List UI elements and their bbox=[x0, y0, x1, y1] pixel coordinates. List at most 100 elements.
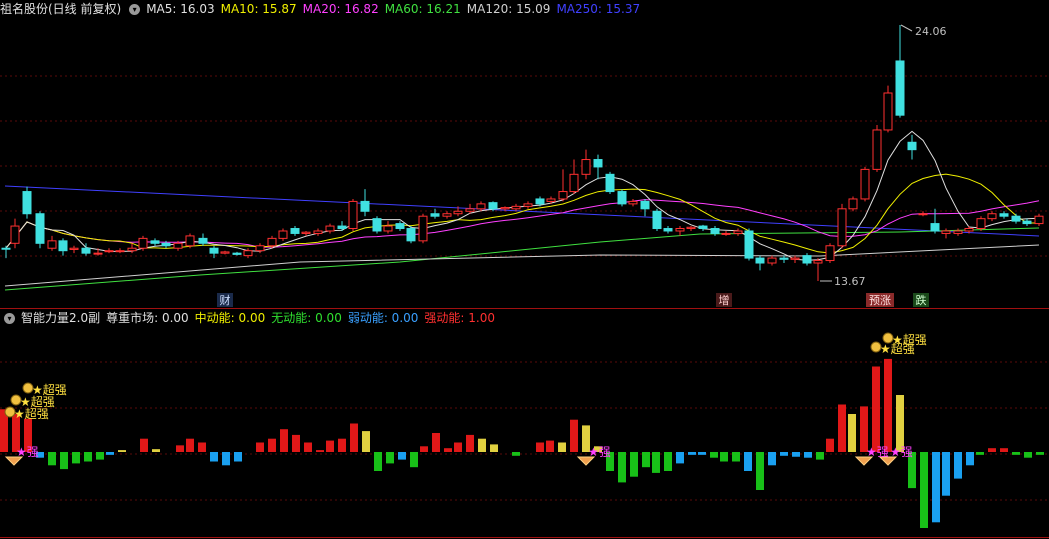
candle-body bbox=[360, 200, 370, 212]
histogram-bar bbox=[374, 452, 382, 471]
candle-body bbox=[744, 230, 754, 259]
histogram-bar bbox=[642, 452, 650, 468]
histogram-bar bbox=[630, 452, 638, 477]
event-marker: 财 bbox=[220, 293, 231, 307]
candle-body bbox=[930, 223, 940, 232]
histogram-bar bbox=[698, 452, 706, 455]
histogram-bar bbox=[118, 450, 126, 452]
candle-body bbox=[348, 200, 358, 230]
candle-body bbox=[313, 230, 323, 234]
event-marker: 跌 bbox=[916, 293, 927, 307]
candle-body bbox=[755, 257, 765, 264]
histogram-bar bbox=[362, 431, 370, 452]
candle-body bbox=[127, 247, 137, 252]
candle-body bbox=[500, 207, 510, 210]
histogram-bar bbox=[60, 452, 68, 470]
candle-body bbox=[465, 208, 475, 212]
histogram-bar bbox=[652, 452, 660, 473]
signal-star-label: ★强 bbox=[890, 445, 913, 459]
histogram-bar bbox=[432, 433, 440, 452]
candle-body bbox=[790, 257, 800, 260]
histogram-bar bbox=[536, 442, 544, 452]
candle-body bbox=[209, 247, 219, 254]
candle-body bbox=[523, 203, 533, 207]
histogram-bar bbox=[804, 452, 812, 458]
histogram-bar bbox=[896, 395, 904, 452]
candle-body bbox=[605, 173, 615, 193]
histogram-bar bbox=[546, 440, 554, 452]
candle-body bbox=[628, 200, 638, 205]
candle-body bbox=[35, 213, 45, 244]
candle-body bbox=[47, 240, 57, 249]
candle-body bbox=[581, 159, 591, 175]
histogram-bar bbox=[280, 429, 288, 452]
candle-body bbox=[652, 210, 662, 230]
histogram-bar bbox=[676, 452, 684, 464]
candle-body bbox=[161, 242, 171, 247]
signal-star-label: ★强 bbox=[16, 445, 39, 459]
candle-body bbox=[442, 213, 452, 217]
bottom-divider bbox=[0, 537, 1049, 538]
histogram-bar bbox=[316, 450, 324, 452]
candle-body bbox=[10, 225, 20, 244]
candle-body bbox=[640, 200, 650, 210]
candle-body bbox=[1011, 215, 1021, 222]
candle-body bbox=[511, 205, 521, 210]
chart-canvas[interactable]: 24.0613.67财增预涨 跌★强 ★强 ★强 ★强★超强★超强★超强★超强★超强 bbox=[0, 0, 1049, 539]
histogram-bar bbox=[410, 452, 418, 468]
candle-body bbox=[418, 215, 428, 242]
candle-body bbox=[1022, 220, 1032, 225]
candle-body bbox=[825, 245, 835, 262]
signal-star-label: ★强 bbox=[866, 445, 889, 459]
ma60-line bbox=[4, 227, 1040, 291]
low-price-label: 13.67 bbox=[834, 275, 866, 288]
candle-body bbox=[999, 213, 1009, 217]
histogram-bar bbox=[848, 414, 856, 452]
candle-body bbox=[895, 60, 905, 116]
histogram-bar bbox=[490, 444, 498, 452]
histogram-bar bbox=[1024, 452, 1032, 458]
high-arrow bbox=[900, 24, 913, 32]
histogram-bar bbox=[664, 452, 672, 471]
histogram-bar bbox=[872, 366, 880, 452]
candle-body bbox=[278, 230, 288, 239]
histogram-bar bbox=[140, 438, 148, 452]
histogram-bar bbox=[732, 452, 740, 462]
histogram-bar bbox=[942, 452, 950, 496]
candle-body bbox=[813, 260, 823, 264]
candle-body bbox=[617, 191, 627, 205]
ma5-line bbox=[5, 130, 1040, 261]
histogram-bar bbox=[780, 452, 788, 456]
candle-body bbox=[430, 213, 440, 217]
candle-body bbox=[546, 198, 556, 202]
candle-body bbox=[372, 218, 382, 232]
histogram-bar bbox=[268, 438, 276, 452]
histogram-bar bbox=[976, 452, 984, 455]
histogram-bar bbox=[966, 452, 974, 466]
histogram-bar bbox=[444, 448, 452, 452]
candle-body bbox=[337, 225, 347, 230]
candle-body bbox=[593, 159, 603, 168]
candle-body bbox=[81, 247, 91, 254]
candle-body bbox=[964, 228, 974, 232]
candle-body bbox=[535, 198, 545, 205]
histogram-bar bbox=[326, 440, 334, 452]
candle-body bbox=[721, 232, 731, 235]
high-price-label: 24.06 bbox=[915, 25, 947, 38]
candle-body bbox=[883, 92, 893, 131]
histogram-bar bbox=[558, 442, 566, 452]
histogram-bar bbox=[1012, 452, 1020, 455]
candle-body bbox=[558, 191, 568, 200]
candle-body bbox=[686, 226, 696, 230]
candle-body bbox=[58, 240, 68, 252]
candle-body bbox=[837, 208, 847, 247]
histogram-bar bbox=[884, 358, 892, 452]
candle-body bbox=[267, 237, 277, 247]
signal-star-label: ★超强 bbox=[32, 382, 67, 397]
histogram-bar bbox=[920, 452, 928, 528]
histogram-bar bbox=[176, 445, 184, 452]
histogram-bar bbox=[48, 452, 56, 466]
histogram-bar bbox=[72, 452, 80, 464]
candle-body bbox=[383, 225, 393, 232]
histogram-bar bbox=[720, 452, 728, 462]
